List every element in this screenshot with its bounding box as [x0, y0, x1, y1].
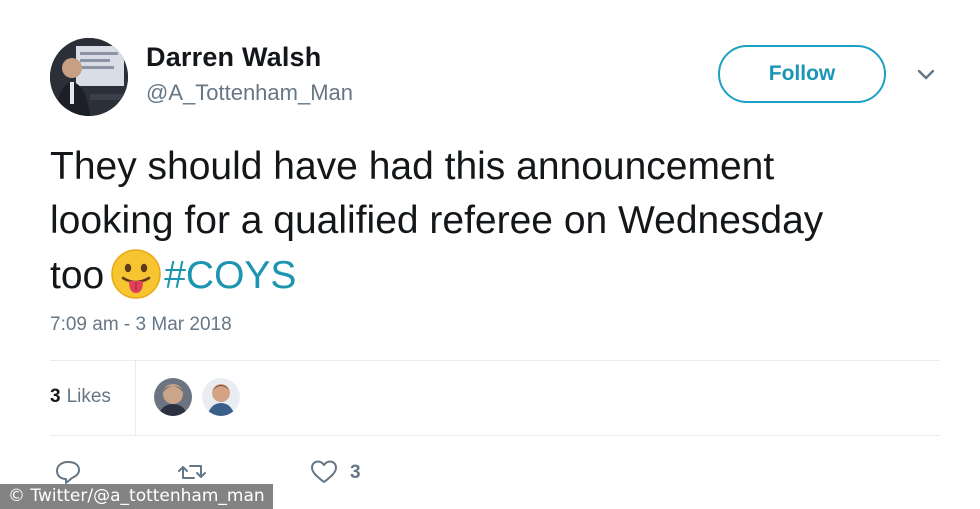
likes-label: Likes [66, 386, 111, 407]
stats-divider [135, 360, 136, 435]
hashtag-link[interactable]: #COYS [164, 254, 296, 297]
face-with-tongue-emoji-icon [110, 248, 162, 300]
chevron-down-icon[interactable] [912, 64, 940, 86]
tweet-text-word: too [50, 254, 105, 297]
divider [50, 360, 940, 361]
liker-avatar[interactable] [202, 378, 240, 416]
like-action-count: 3 [350, 462, 361, 483]
likes-count: 3 [50, 386, 61, 407]
author-display-name[interactable]: Darren Walsh [146, 42, 321, 73]
heart-icon[interactable] [310, 458, 338, 486]
retweet-icon[interactable] [178, 458, 206, 486]
image-credit-watermark: © Twitter/@a_tottenham_man [0, 484, 273, 509]
tweet-text-line-1: They should have had this announcement [50, 145, 775, 188]
profile-photo-icon [50, 38, 128, 116]
divider [50, 435, 940, 436]
follow-button[interactable]: Follow [718, 45, 886, 103]
tweet-text-line-3: too #COYS [50, 248, 950, 303]
tweet-text: They should have had this announcement l… [50, 140, 950, 303]
tweet-timestamp[interactable]: 7:09 am - 3 Mar 2018 [50, 314, 232, 336]
author-avatar[interactable] [50, 38, 128, 116]
tweet-text-line-2: looking for a qualified referee on Wedne… [50, 199, 824, 242]
reply-icon[interactable] [54, 458, 82, 486]
likes-stat[interactable]: 3 Likes [50, 386, 111, 408]
tweet-card: Darren Walsh @A_Tottenham_Man Follow The… [0, 0, 980, 509]
liker-avatar[interactable] [154, 378, 192, 416]
author-handle[interactable]: @A_Tottenham_Man [146, 80, 353, 106]
